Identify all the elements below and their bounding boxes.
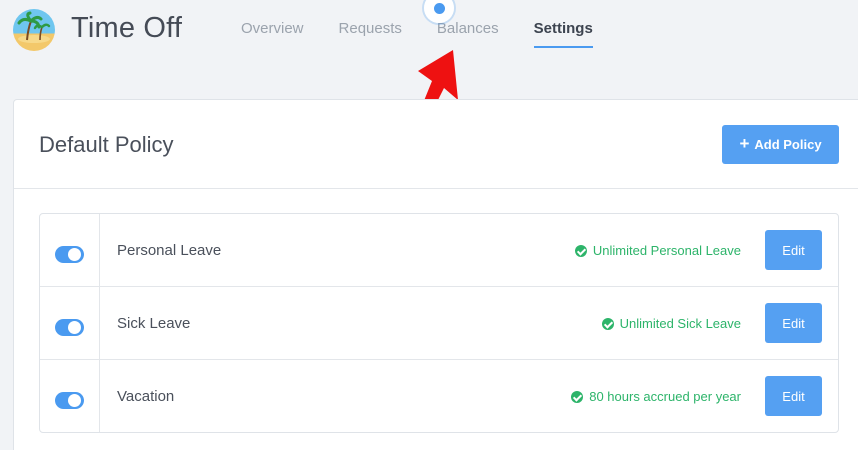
policy-row-sick-leave: Sick Leave Unlimited Sick Leave Edit: [40, 287, 838, 360]
tab-balances[interactable]: Balances: [437, 20, 499, 48]
toggle-cell: [40, 214, 100, 286]
default-policy-card: Default Policy + Add Policy Personal Lea…: [13, 99, 858, 450]
policy-toggle[interactable]: [55, 392, 84, 409]
policy-name: Personal Leave: [117, 242, 222, 259]
policy-name: Sick Leave: [117, 315, 191, 332]
policy-status-text: Unlimited Sick Leave: [619, 316, 741, 331]
policy-status-text: 80 hours accrued per year: [589, 389, 741, 404]
policy-status-text: Unlimited Personal Leave: [592, 243, 741, 258]
check-circle-icon: [571, 390, 584, 403]
tab-requests[interactable]: Requests: [339, 20, 402, 48]
plus-icon: +: [739, 133, 750, 153]
toggle-knob: [68, 321, 81, 334]
edit-button[interactable]: Edit: [765, 230, 822, 270]
edit-button[interactable]: Edit: [765, 303, 822, 343]
toggle-cell: [40, 360, 100, 432]
tab-settings[interactable]: Settings: [533, 20, 593, 48]
policy-list: Personal Leave Unlimited Personal Leave …: [39, 213, 839, 433]
policy-row-vacation: Vacation 80 hours accrued per year Edit: [40, 360, 838, 432]
policy-toggle[interactable]: [55, 319, 84, 336]
toggle-knob: [68, 394, 81, 407]
policy-row-personal-leave: Personal Leave Unlimited Personal Leave …: [40, 214, 838, 287]
add-policy-button[interactable]: + Add Policy: [722, 125, 839, 164]
policy-status: Unlimited Personal Leave: [574, 243, 741, 258]
toggle-knob: [68, 248, 81, 261]
check-circle-icon: [601, 317, 614, 330]
policy-status: Unlimited Sick Leave: [601, 316, 741, 331]
check-circle-icon: [574, 244, 587, 257]
card-header: Default Policy + Add Policy: [14, 100, 858, 189]
policy-name: Vacation: [117, 388, 175, 405]
edit-button[interactable]: Edit: [765, 376, 822, 416]
tab-overview[interactable]: Overview: [241, 20, 304, 48]
app-title: Time Off: [71, 12, 183, 44]
card-title: Default Policy: [39, 132, 174, 157]
policy-status: 80 hours accrued per year: [571, 389, 741, 404]
beach-palm-icon: [13, 9, 55, 51]
nav-tabs: Overview Requests Balances Settings: [241, 20, 628, 48]
add-policy-label: Add Policy: [754, 137, 822, 152]
policy-toggle[interactable]: [55, 246, 84, 263]
toggle-cell: [40, 287, 100, 359]
